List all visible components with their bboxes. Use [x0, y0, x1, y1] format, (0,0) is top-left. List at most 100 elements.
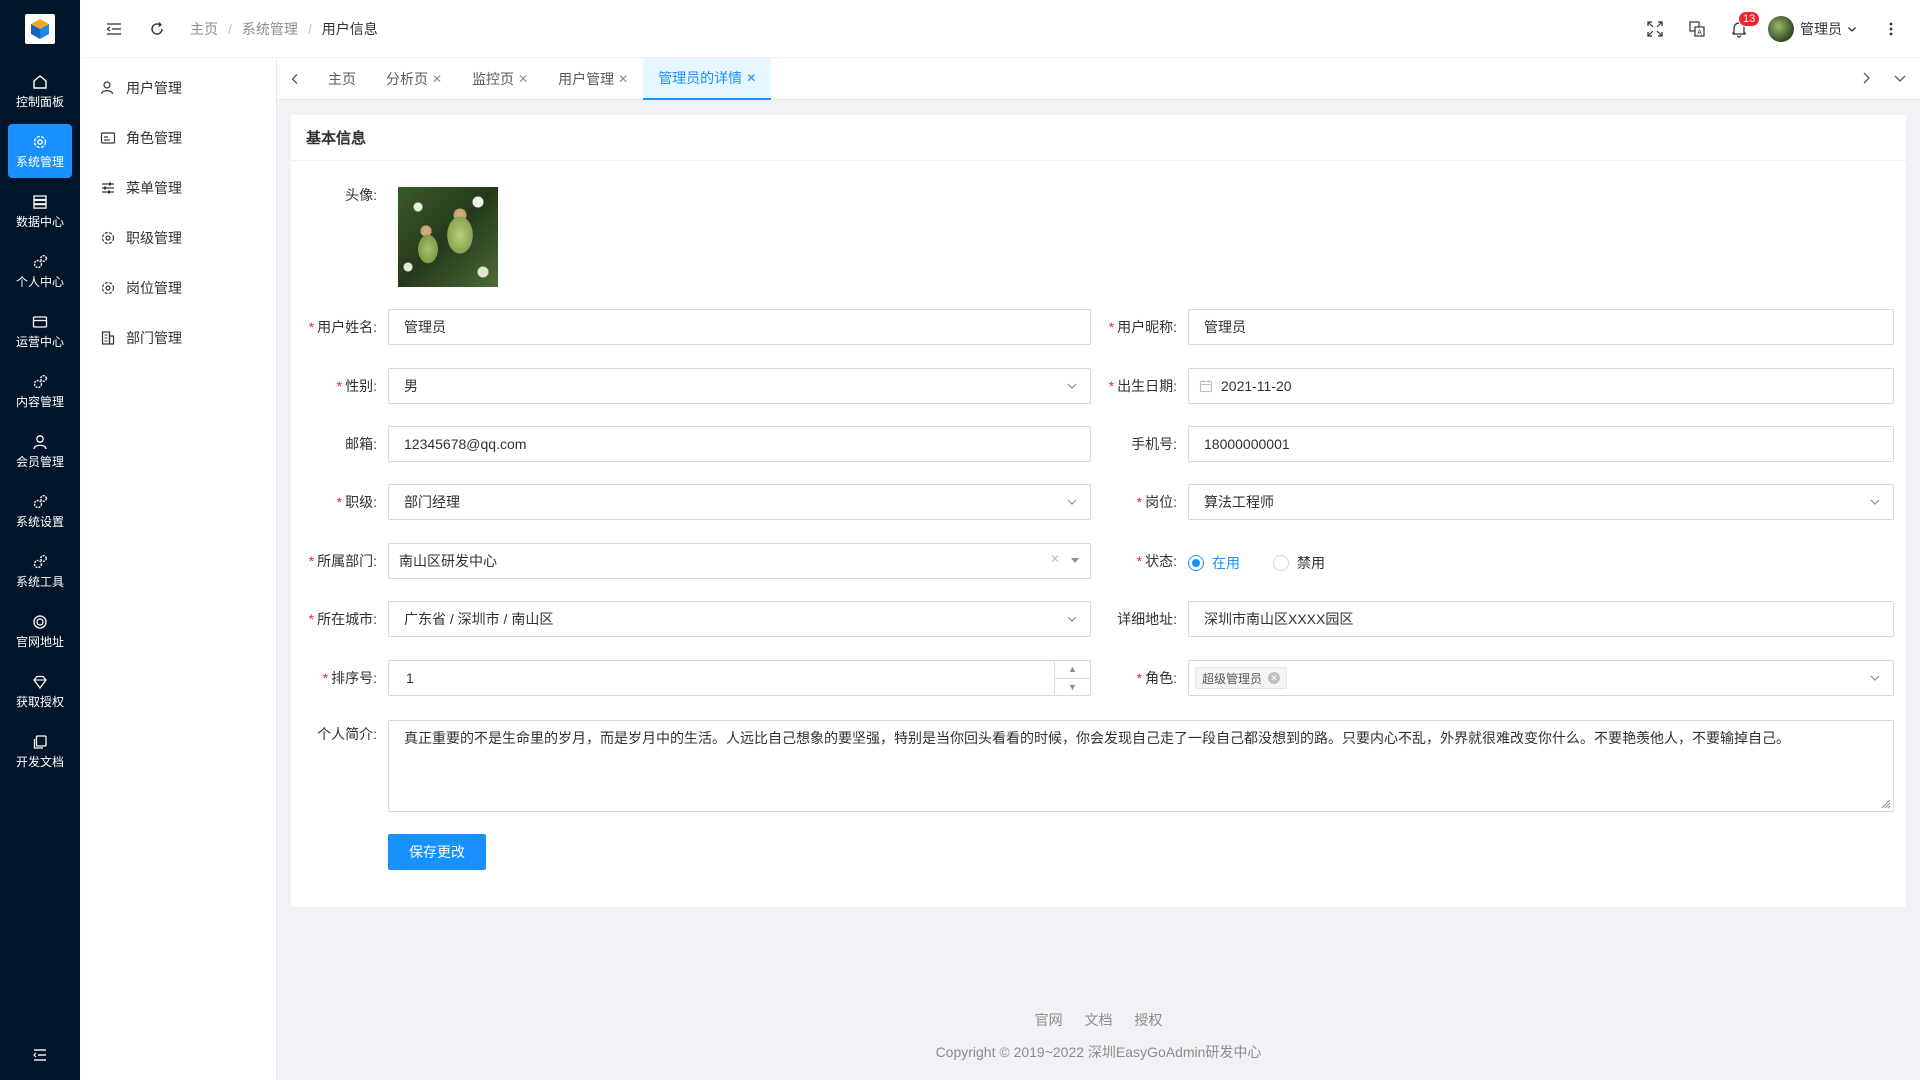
footer-link-license[interactable]: 授权 — [1134, 1012, 1162, 1028]
sliders-icon — [102, 182, 114, 194]
email-field[interactable]: 12345678@qq.com — [388, 426, 1091, 462]
copy-icon — [33, 735, 47, 749]
breadcrumb-home[interactable]: 主页 — [190, 19, 218, 39]
stepper-down-icon[interactable]: ▼ — [1055, 677, 1090, 696]
tab-close-icon[interactable]: ✕ — [618, 72, 628, 86]
city-cascader[interactable]: 广东省 / 深圳市 / 南山区 — [388, 601, 1091, 637]
rail-item-website[interactable]: 官网地址 — [8, 604, 72, 658]
cogs-icon — [33, 495, 47, 509]
dept-tree-select[interactable]: 南山区研发中心 ✕ — [388, 543, 1091, 579]
birthday-label: * 出生日期: — [1108, 378, 1177, 394]
cogs-icon — [33, 555, 47, 569]
rail-item-personal[interactable]: 个人中心 — [8, 244, 72, 298]
rail-collapse-button[interactable] — [0, 1040, 80, 1070]
realname-label: * 用户姓名: — [308, 319, 377, 335]
radio-icon — [1273, 555, 1289, 571]
svg-text:A: A — [1697, 30, 1702, 37]
rail-item-members[interactable]: 会员管理 — [8, 424, 72, 478]
gear-icon — [33, 135, 47, 149]
submenu-item-levels[interactable]: 职级管理 — [80, 213, 276, 263]
rail-item-tools[interactable]: 系统工具 — [8, 544, 72, 598]
avatar-upload[interactable] — [398, 187, 498, 287]
status-radio-disabled[interactable]: 禁用 — [1273, 553, 1325, 573]
resize-grip-icon[interactable] — [1881, 799, 1891, 809]
tab-analysis[interactable]: 分析页 ✕ — [371, 58, 457, 100]
tab-home[interactable]: 主页 — [313, 58, 371, 100]
tab-close-icon[interactable]: ✕ — [518, 72, 528, 86]
sort-label: * 排序号: — [322, 670, 377, 686]
diamond-icon — [33, 675, 47, 690]
nickname-input[interactable]: 管理员 — [1188, 309, 1894, 345]
footer-link-website[interactable]: 官网 — [1035, 1012, 1063, 1028]
chevron-right-icon[interactable] — [1858, 70, 1874, 86]
save-button[interactable]: 保存更改 — [388, 834, 486, 870]
nickname-label: * 用户昵称: — [1108, 319, 1177, 335]
radio-checked-icon — [1188, 555, 1204, 571]
user-menu[interactable]: 管理员 — [1768, 16, 1858, 42]
avatar-label: 头像: — [345, 187, 377, 203]
submenu-item-menus[interactable]: 菜单管理 — [80, 163, 276, 213]
clear-icon[interactable]: ✕ — [1050, 552, 1060, 566]
chevron-down-icon[interactable] — [1892, 70, 1908, 86]
submenu-item-departments[interactable]: 部门管理 — [80, 313, 276, 363]
tab-monitor[interactable]: 监控页 ✕ — [457, 58, 543, 100]
rail-item-system[interactable]: 系统管理 — [8, 124, 72, 178]
menu-fold-icon[interactable] — [105, 20, 123, 38]
rail-item-settings[interactable]: 系统设置 — [8, 484, 72, 538]
gender-select[interactable]: 男 — [388, 368, 1091, 404]
more-vertical-icon[interactable] — [1882, 20, 1900, 38]
tab-admin-detail[interactable]: 管理员的详情 ✕ — [643, 57, 772, 100]
submenu-item-roles[interactable]: 角色管理 — [80, 113, 276, 163]
submenu-item-positions[interactable]: 岗位管理 — [80, 263, 276, 313]
rail-item-docs[interactable]: 开发文档 — [8, 724, 72, 778]
sort-number-input[interactable]: 1 ▲ ▼ — [388, 660, 1091, 696]
notification-button[interactable]: 13 — [1730, 11, 1761, 38]
building-icon — [101, 331, 115, 345]
role-tag: 超级管理员 ✕ — [1195, 667, 1288, 689]
level-select[interactable]: 部门经理 — [388, 484, 1091, 520]
level-label: * 职级: — [336, 494, 377, 510]
realname-input[interactable]: 管理员 — [388, 309, 1091, 345]
menu-fold-icon — [33, 1049, 46, 1061]
fullscreen-icon[interactable] — [1646, 20, 1664, 38]
gear-icon — [101, 231, 115, 245]
caret-down-icon — [1071, 558, 1079, 563]
refresh-icon[interactable] — [148, 20, 166, 38]
role-multi-select[interactable]: 超级管理员 ✕ — [1188, 660, 1894, 696]
rail-item-license[interactable]: 获取授权 — [8, 664, 72, 718]
rail-item-data-center[interactable]: 数据中心 — [8, 184, 72, 238]
status-radio-active[interactable]: 在用 — [1188, 553, 1240, 573]
birthday-picker[interactable]: 2021-11-20 — [1188, 368, 1894, 404]
rail-item-content[interactable]: 内容管理 — [8, 364, 72, 418]
rail-item-dashboard[interactable]: 控制面板 — [8, 64, 72, 118]
user-icon — [100, 81, 114, 95]
translate-icon[interactable]: A — [1688, 20, 1706, 38]
chevron-down-icon — [1067, 616, 1077, 622]
gear-icon — [101, 281, 115, 295]
app-logo[interactable] — [0, 0, 80, 58]
card-icon — [32, 316, 48, 328]
tab-close-icon[interactable]: ✕ — [746, 71, 756, 85]
address-field[interactable]: 深圳市南山区XXXX园区 — [1188, 601, 1894, 637]
avatar — [1768, 16, 1794, 42]
footer-link-docs[interactable]: 文档 — [1085, 1012, 1113, 1028]
logo-cube-icon — [31, 19, 49, 39]
chevron-down-icon — [1067, 383, 1077, 389]
intro-textarea[interactable]: 真正重要的不是生命里的岁月，而是岁月中的生活。人远比自己想象的要坚强，特别是当你… — [388, 720, 1894, 812]
mobile-field[interactable]: 18000000001 — [1188, 426, 1894, 462]
breadcrumb: 主页 / 系统管理 / 用户信息 — [190, 19, 378, 39]
address-label: 详细地址: — [1117, 611, 1177, 627]
breadcrumb-system[interactable]: 系统管理 — [242, 19, 298, 39]
rail-item-operations[interactable]: 运营中心 — [8, 304, 72, 358]
tab-user-management[interactable]: 用户管理 ✕ — [543, 58, 643, 100]
submenu-item-users[interactable]: 用户管理 — [80, 63, 276, 113]
notification-badge: 13 — [1738, 11, 1761, 27]
tag-close-icon[interactable]: ✕ — [1268, 672, 1281, 684]
chevron-left-icon — [291, 73, 298, 84]
quantity-stepper: ▲ ▼ — [1054, 661, 1090, 695]
stepper-up-icon[interactable]: ▲ — [1055, 661, 1090, 678]
tab-close-icon[interactable]: ✕ — [432, 72, 442, 86]
cogs-icon — [33, 255, 47, 269]
position-select[interactable]: 算法工程师 — [1188, 484, 1894, 520]
tabs-scroll-left[interactable] — [277, 72, 313, 86]
